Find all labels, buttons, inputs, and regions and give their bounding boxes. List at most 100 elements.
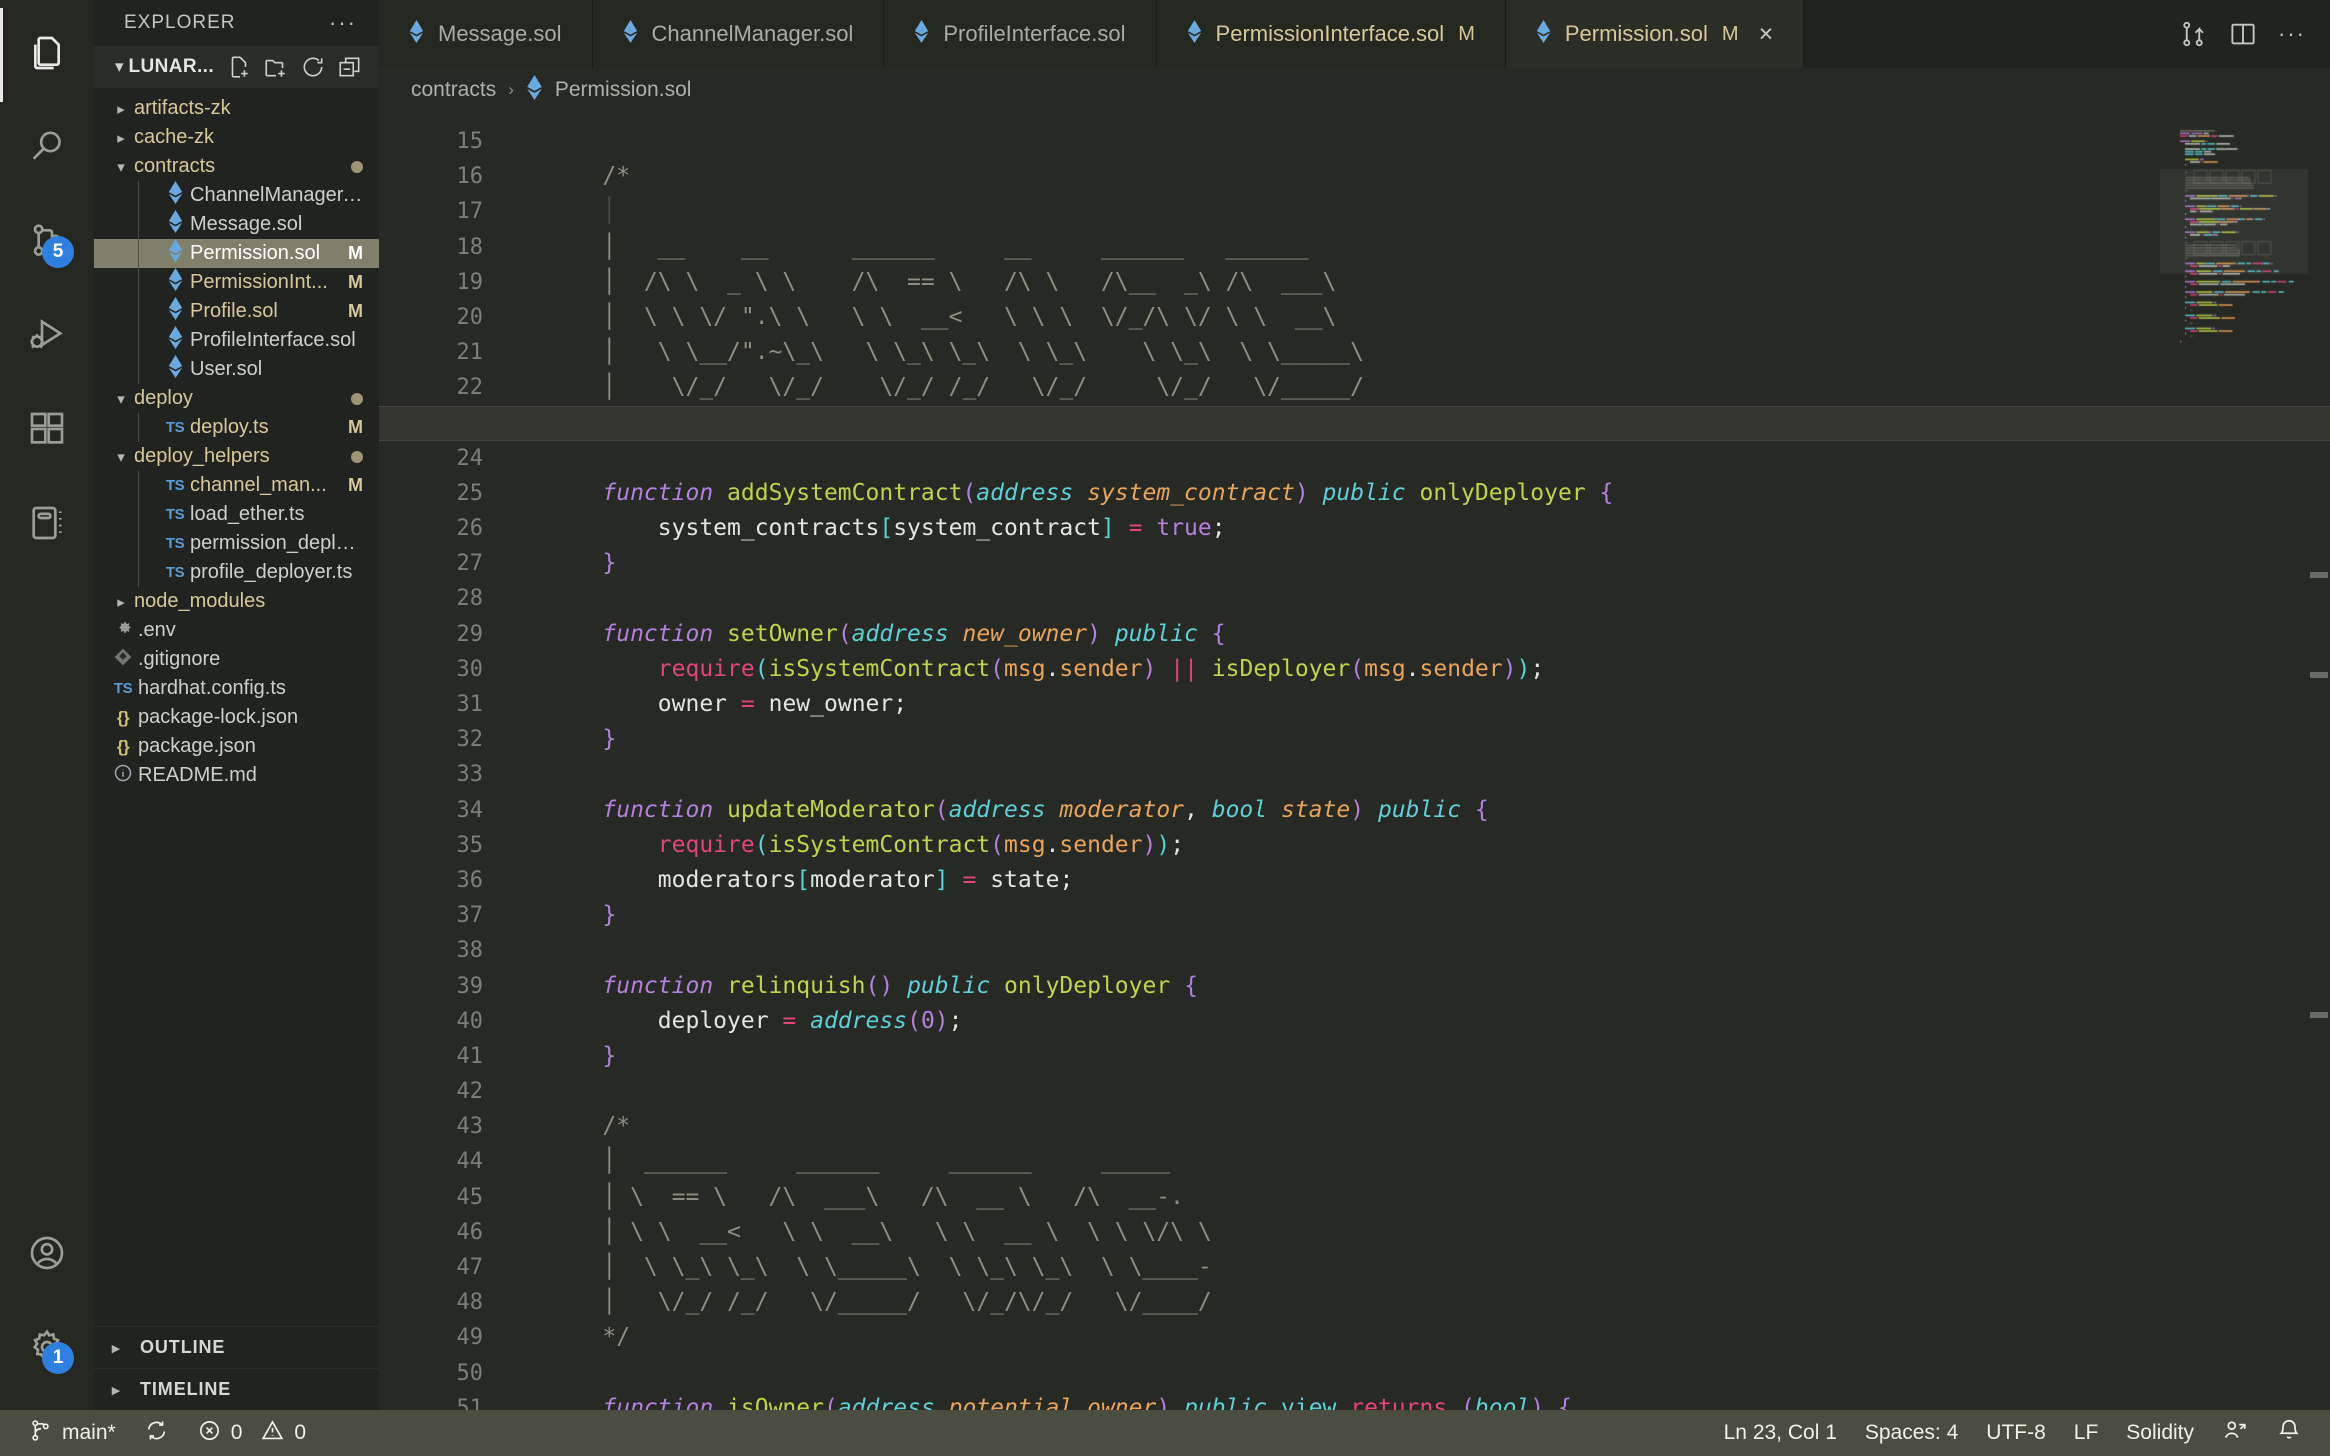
fold-marker[interactable]: [509, 1250, 531, 1285]
code-editor[interactable]: 15 16 17 18 19 20 21 22 23 24 25 26 27 28 29 30 31 32 33 34…: [379, 112, 2330, 1410]
fold-marker[interactable]: [509, 1285, 531, 1320]
new-folder-icon[interactable]: [261, 52, 291, 82]
editor-tab[interactable]: ProfileInterface.sol: [884, 0, 1157, 68]
fold-marker[interactable]: [509, 1356, 531, 1391]
fold-marker[interactable]: [509, 1320, 531, 1355]
code-line[interactable]: [531, 757, 2160, 792]
fold-marker[interactable]: [509, 441, 531, 476]
activity-explorer[interactable]: [0, 8, 94, 102]
collapse-all-icon[interactable]: [335, 52, 365, 82]
code-line[interactable]: │ ______ ______ ______ _____: [531, 1144, 2160, 1179]
status-language-mode[interactable]: Solidity: [2112, 1410, 2208, 1456]
code-line[interactable]: [531, 933, 2160, 968]
code-line[interactable]: require(isSystemContract(msg.sender) || …: [531, 652, 2160, 687]
file-tree-item[interactable]: Profile.sol M: [94, 297, 379, 326]
fold-marker[interactable]: [509, 1180, 531, 1215]
file-tree-item[interactable]: ▸ node_modules: [94, 587, 379, 616]
code-line[interactable]: function isOwner(address potential_owner…: [531, 1391, 2160, 1410]
workspace-root-row[interactable]: ▾ LUNAR...: [94, 46, 379, 88]
code-line[interactable]: }: [531, 546, 2160, 581]
fold-marker[interactable]: [509, 617, 531, 652]
code-line[interactable]: /*: [531, 1109, 2160, 1144]
file-tree-item[interactable]: TS load_ether.ts: [94, 500, 379, 529]
close-icon[interactable]: ×: [1759, 21, 1774, 47]
code-line[interactable]: function relinquish() public onlyDeploye…: [531, 969, 2160, 1004]
fold-marker[interactable]: [509, 828, 531, 863]
code-line[interactable]: system_contracts[system_contract] = true…: [531, 511, 2160, 546]
code-line[interactable]: │ \ \__/".~\_\ \ \_\ \_\ \ \_\ \ \_\ \ \…: [531, 335, 2160, 370]
code-line[interactable]: [531, 1074, 2160, 1109]
file-tree-item[interactable]: TS channel_man... M: [94, 471, 379, 500]
activity-search[interactable]: [0, 102, 94, 196]
code-line[interactable]: [531, 581, 2160, 616]
status-encoding[interactable]: UTF-8: [1972, 1410, 2060, 1456]
status-notifications[interactable]: [2262, 1410, 2316, 1456]
fold-marker[interactable]: [509, 722, 531, 757]
fold-marker[interactable]: [509, 1144, 531, 1179]
file-tree-item[interactable]: ▾ deploy: [94, 384, 379, 413]
fold-marker[interactable]: [509, 159, 531, 194]
editor-tab[interactable]: PermissionInterface.sol M: [1156, 0, 1506, 68]
file-tree-item[interactable]: {} package-lock.json: [94, 703, 379, 732]
breadcrumb-folder[interactable]: contracts: [411, 78, 496, 102]
code-line[interactable]: }: [531, 1039, 2160, 1074]
file-tree-item[interactable]: TS deploy.ts M: [94, 413, 379, 442]
code-line[interactable]: function addSystemContract(address syste…: [531, 476, 2160, 511]
file-tree-item[interactable]: {} package.json: [94, 732, 379, 761]
fold-marker[interactable]: [509, 652, 531, 687]
code-line[interactable]: │ \/_/ /_/ \/_____/ \/_/\/_/ \/____/: [531, 1285, 2160, 1320]
activity-manage[interactable]: 1: [0, 1302, 94, 1396]
fold-marker[interactable]: [509, 933, 531, 968]
code-content[interactable]: /* │ │ __ __ ______ __ ______ ______ │ /…: [531, 112, 2160, 1410]
status-problems[interactable]: 0 0: [183, 1410, 320, 1456]
file-tree-item[interactable]: TS hardhat.config.ts: [94, 674, 379, 703]
sidebar-more-actions[interactable]: ···: [329, 10, 357, 36]
file-tree-item[interactable]: Message.sol: [94, 210, 379, 239]
file-tree-item[interactable]: TS profile_deployer.ts: [94, 558, 379, 587]
breadcrumb-file[interactable]: Permission.sol: [555, 78, 692, 102]
file-tree-item[interactable]: User.sol: [94, 355, 379, 384]
minimap-slider[interactable]: [2160, 169, 2330, 274]
code-line[interactable]: function updateModerator(address moderat…: [531, 793, 2160, 828]
code-line[interactable]: │ \ \ __< \ \ __\ \ \ __ \ \ \ \/\ \: [531, 1215, 2160, 1250]
fold-marker[interactable]: [509, 1004, 531, 1039]
split-diff-icon[interactable]: [2178, 19, 2208, 49]
editor-tab[interactable]: Permission.sol M ×: [1505, 0, 1805, 68]
fold-marker[interactable]: [509, 265, 531, 300]
code-line[interactable]: │: [531, 194, 2160, 229]
fold-marker[interactable]: [509, 300, 531, 335]
file-tree-item[interactable]: .gitignore: [94, 645, 379, 674]
status-eol[interactable]: LF: [2060, 1410, 2113, 1456]
more-actions-icon[interactable]: ···: [2278, 21, 2306, 47]
code-line[interactable]: deployer = address(0);: [531, 1004, 2160, 1039]
activity-accounts[interactable]: [0, 1208, 94, 1302]
file-tree-item[interactable]: PermissionInt... M: [94, 268, 379, 297]
fold-marker[interactable]: [509, 124, 531, 159]
file-tree-item[interactable]: ▸ artifacts-zk: [94, 94, 379, 123]
fold-marker[interactable]: [509, 793, 531, 828]
code-line[interactable]: */: [531, 1320, 2160, 1355]
code-line[interactable]: }: [531, 898, 2160, 933]
file-tree-item[interactable]: README.md: [94, 761, 379, 790]
editor-tab[interactable]: ChannelManager.sol: [592, 0, 885, 68]
fold-marker[interactable]: [509, 406, 531, 441]
code-line[interactable]: moderators[moderator] = state;: [531, 863, 2160, 898]
fold-marker[interactable]: [509, 687, 531, 722]
editor-tab[interactable]: Message.sol: [379, 0, 593, 68]
fold-marker[interactable]: [509, 1039, 531, 1074]
file-tree-item[interactable]: ChannelManager.sol: [94, 181, 379, 210]
status-indentation[interactable]: Spaces: 4: [1851, 1410, 1972, 1456]
file-tree-item[interactable]: ▾ deploy_helpers: [94, 442, 379, 471]
fold-marker[interactable]: [509, 969, 531, 1004]
status-sync[interactable]: [130, 1410, 183, 1456]
fold-marker[interactable]: [509, 1109, 531, 1144]
code-line[interactable]: │ \ \ \/ ".\ \ \ \ __< \ \ \ \/_/\ \/ \ …: [531, 300, 2160, 335]
activity-source-control[interactable]: 5: [0, 196, 94, 290]
fold-marker[interactable]: [509, 476, 531, 511]
code-line[interactable]: [531, 124, 2160, 159]
code-line[interactable]: }: [531, 722, 2160, 757]
refresh-icon[interactable]: [298, 52, 328, 82]
code-line[interactable]: require(isSystemContract(msg.sender));: [531, 828, 2160, 863]
code-line[interactable]: │ \ == \ /\ ___\ /\ __ \ /\ __-.: [531, 1180, 2160, 1215]
fold-marker[interactable]: [509, 511, 531, 546]
